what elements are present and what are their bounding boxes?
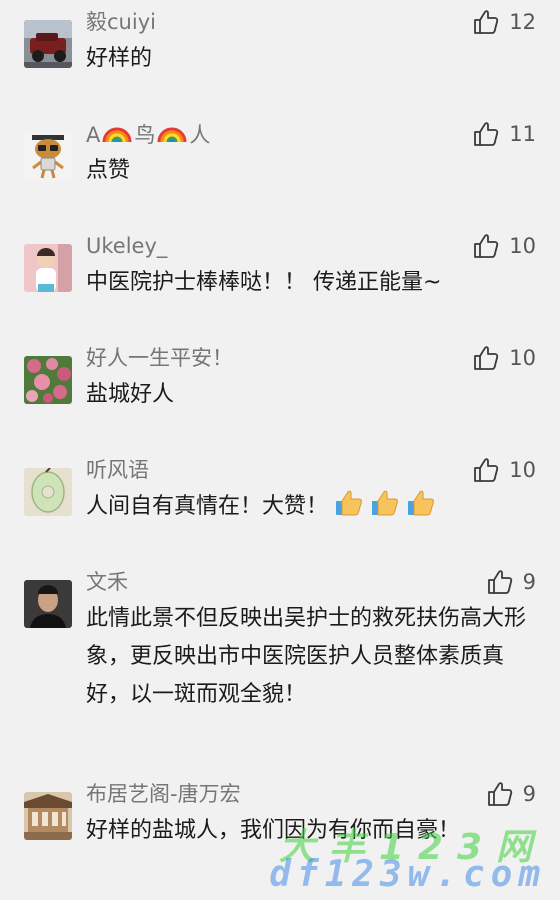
comment-text: 盐城好人 xyxy=(86,382,175,407)
name-part: A xyxy=(86,123,101,147)
commenter-name[interactable]: 毅cuiyi xyxy=(86,8,156,36)
like-button[interactable]: 10 xyxy=(471,230,536,262)
like-count: 11 xyxy=(509,122,536,146)
avatar[interactable] xyxy=(24,244,72,292)
commenter-name[interactable]: 好人一生平安！ xyxy=(86,344,233,372)
commenter-name[interactable]: 听风语 xyxy=(86,456,149,484)
commenter-name[interactable]: 文禾 xyxy=(86,568,128,596)
like-button[interactable]: 9 xyxy=(485,778,536,810)
thumbs-up-icon xyxy=(474,122,499,146)
thumbs-up-icon xyxy=(474,10,499,34)
thumbs-up-emoji-icon xyxy=(336,490,362,516)
rainbow-icon xyxy=(102,127,132,143)
name-part: 鸟 xyxy=(134,123,156,147)
avatar[interactable] xyxy=(24,132,72,180)
like-count: 12 xyxy=(509,10,536,34)
commenter-name[interactable]: Ukeley_ xyxy=(86,232,167,260)
name-part: 人 xyxy=(189,123,211,147)
like-count: 9 xyxy=(522,782,536,806)
thumbs-up-icon xyxy=(474,234,499,258)
thumbs-up-icon xyxy=(487,782,512,806)
comment-text-content: 人间自有真情在！大赞！ xyxy=(86,494,329,519)
avatar[interactable] xyxy=(24,468,72,516)
comment-text: 此情此景不但反映出吴护士的救死扶伤高大形象，更反映出市中医院医护人员整体素质真好… xyxy=(86,606,527,707)
comment-text: 好样的 xyxy=(86,46,153,71)
comment-text: 人间自有真情在！大赞！ xyxy=(86,488,534,526)
like-count: 10 xyxy=(509,458,536,482)
thumbs-up-icon xyxy=(474,346,499,370)
like-count: 9 xyxy=(522,570,536,594)
thumbs-up-emoji-icon xyxy=(372,490,398,516)
thumbs-up-emoji-icon xyxy=(408,490,434,516)
thumbs-up-icon xyxy=(487,570,512,594)
rainbow-icon xyxy=(157,127,187,143)
comment-text: 好样的盐城人，我们因为有你而自豪！ xyxy=(86,818,461,843)
like-button[interactable]: 10 xyxy=(471,342,536,374)
like-button[interactable]: 9 xyxy=(485,566,536,598)
avatar[interactable] xyxy=(24,20,72,68)
like-button[interactable]: 11 xyxy=(471,118,536,150)
comment-list: 毅cuiyi 好样的 12 A 鸟 人 点赞 11 Ukeley_ 中医院护士棒… xyxy=(0,0,560,900)
comment-text: 中医院护士棒棒哒！！ 传递正能量~ xyxy=(86,270,442,295)
like-button[interactable]: 10 xyxy=(471,454,536,486)
avatar[interactable] xyxy=(24,792,72,840)
commenter-name[interactable]: A 鸟 人 xyxy=(86,120,210,149)
avatar[interactable] xyxy=(24,356,72,404)
commenter-name[interactable]: 布居艺阁-唐万宏 xyxy=(86,780,241,808)
like-button[interactable]: 12 xyxy=(471,6,536,38)
like-count: 10 xyxy=(509,234,536,258)
avatar[interactable] xyxy=(24,580,72,628)
comment-text: 点赞 xyxy=(86,158,131,183)
thumbs-up-icon xyxy=(474,458,499,482)
like-count: 10 xyxy=(509,346,536,370)
